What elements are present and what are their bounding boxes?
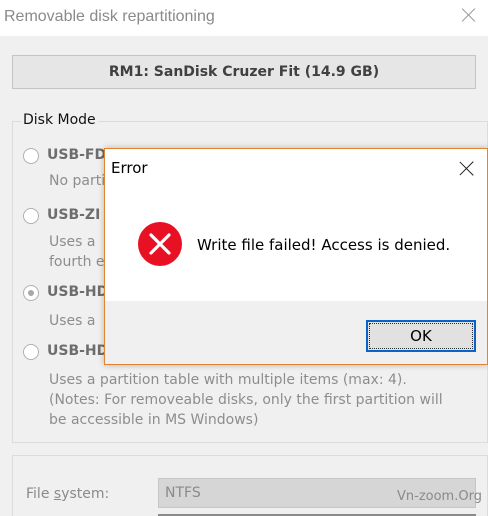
window-titlebar: Removable disk repartitioning [0, 0, 488, 36]
dialog-message: Write file failed! Access is denied. [197, 236, 451, 254]
dialog-title: Error [111, 159, 148, 177]
close-icon[interactable] [460, 6, 478, 24]
radio-usb-hdd-multi[interactable] [23, 344, 39, 360]
option-label: USB-HD [47, 343, 109, 359]
option-description: fourth e [49, 254, 105, 270]
ok-button[interactable]: OK [366, 320, 476, 352]
radio-usb-zip[interactable] [23, 208, 39, 224]
option-description: No parti [49, 173, 106, 189]
option-label: USB-ZI [47, 207, 101, 223]
error-icon [138, 222, 182, 266]
filesystem-label: File system: [26, 486, 109, 502]
disk-mode-legend: Disk Mode [21, 112, 98, 128]
error-dialog: Error Write file failed! Access is denie… [104, 148, 488, 365]
window-title: Removable disk repartitioning [4, 8, 215, 25]
option-description: be accessible in MS Windows) [49, 412, 259, 428]
device-select-button[interactable]: RM1: SanDisk Cruzer Fit (14.9 GB) [12, 55, 476, 89]
filesystem-label-prefix: File [26, 486, 54, 502]
option-label: USB-HD [47, 284, 109, 300]
radio-usb-fdd[interactable] [23, 148, 39, 164]
dialog-titlebar: Error [105, 149, 487, 187]
option-description: Uses a partition table with multiple ite… [49, 372, 407, 388]
dialog-body: Write file failed! Access is denied. [105, 187, 487, 301]
option-description: (Notes: For removeable disks, only the f… [49, 392, 443, 408]
option-label: USB-FD [47, 147, 107, 163]
option-description: Uses a [49, 234, 96, 250]
filesystem-label-suffix: ystem: [61, 486, 110, 502]
watermark: Vn-zoom.Org [397, 489, 482, 504]
radio-usb-hdd-single[interactable] [23, 285, 39, 301]
option-description: Uses a [49, 313, 96, 329]
dialog-close-icon[interactable] [459, 160, 475, 176]
